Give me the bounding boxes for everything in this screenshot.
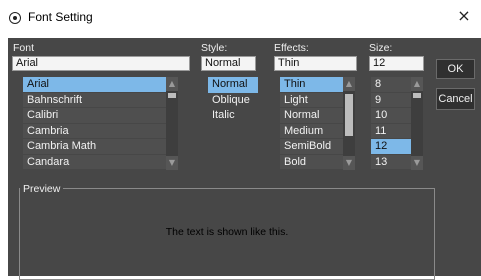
title-bar: Font Setting × bbox=[0, 0, 481, 37]
style-list-item[interactable]: Italic bbox=[208, 108, 258, 124]
scroll-down-icon[interactable]: ▼ bbox=[166, 156, 178, 170]
font-list-item[interactable]: Bahnschrift bbox=[23, 93, 178, 108]
preview-label: Preview bbox=[20, 183, 64, 195]
scroll-up-icon[interactable]: ▲ bbox=[343, 77, 355, 91]
effects-input[interactable]: Thin bbox=[274, 56, 357, 71]
dialog-body: Font Arial Arial Bahnschrift Calibri Cambri… bbox=[8, 38, 481, 280]
size-label: Size: bbox=[369, 42, 393, 54]
font-setting-dialog: Font Setting × Font Arial Arial Bahnschri… bbox=[0, 0, 481, 280]
style-input[interactable]: Normal bbox=[201, 56, 256, 71]
scroll-down-icon[interactable]: ▼ bbox=[343, 156, 355, 170]
font-input[interactable]: Arial bbox=[12, 56, 190, 71]
font-list[interactable]: Arial Bahnschrift Calibri Cambria Cambria Ma… bbox=[23, 77, 178, 170]
font-list-item[interactable]: Calibri bbox=[23, 108, 178, 124]
font-label: Font bbox=[13, 42, 35, 54]
size-scrollbar[interactable]: ▲ ▼ bbox=[411, 77, 423, 170]
ok-button[interactable]: OK bbox=[436, 59, 475, 79]
window-title: Font Setting bbox=[28, 10, 93, 24]
scroll-up-icon[interactable]: ▲ bbox=[411, 77, 423, 91]
effects-scrollbar[interactable]: ▲ ▼ bbox=[343, 77, 355, 170]
size-input[interactable]: 12 bbox=[369, 56, 424, 71]
app-icon bbox=[9, 12, 21, 24]
style-label: Style: bbox=[201, 42, 228, 54]
scroll-down-icon[interactable]: ▼ bbox=[411, 156, 423, 170]
style-list[interactable]: Normal Oblique Italic bbox=[208, 77, 258, 125]
font-list-item[interactable]: Cambria Math bbox=[23, 139, 178, 155]
font-scrollbar[interactable]: ▲ ▼ bbox=[166, 77, 178, 170]
font-list-item[interactable]: Cambria bbox=[23, 124, 178, 139]
preview-sample-text: The text is shown like this. bbox=[165, 226, 289, 238]
effects-label: Effects: bbox=[274, 42, 309, 54]
font-list-item[interactable]: Candara bbox=[23, 155, 178, 170]
font-list-item[interactable]: Arial bbox=[23, 77, 178, 93]
scroll-up-icon[interactable]: ▲ bbox=[166, 77, 178, 91]
scroll-thumb[interactable] bbox=[345, 94, 353, 136]
scroll-thumb[interactable] bbox=[168, 93, 176, 98]
cancel-button[interactable]: Cancel bbox=[436, 88, 475, 110]
close-icon[interactable]: × bbox=[455, 7, 473, 25]
style-list-item[interactable]: Oblique bbox=[208, 93, 258, 109]
scroll-thumb[interactable] bbox=[413, 93, 421, 98]
style-list-item[interactable]: Normal bbox=[208, 77, 258, 93]
